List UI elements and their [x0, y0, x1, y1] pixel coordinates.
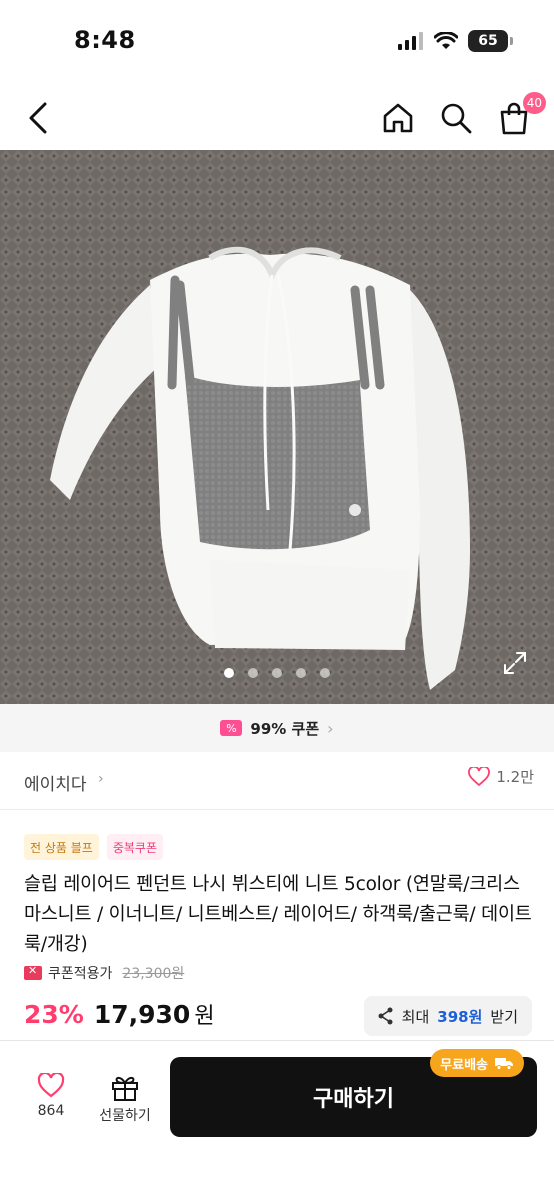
max-coupon-amount: 398원	[437, 1007, 483, 1026]
nav-actions: 40	[376, 92, 546, 140]
product-title: 슬립 레이어드 펜던트 나시 뷔스티에 니트 5color (연말룩/크리스마스…	[24, 874, 532, 955]
gallery-dot[interactable]	[272, 668, 282, 678]
back-button[interactable]	[18, 98, 58, 138]
shop-row: 에이치다 › 1.2만	[0, 752, 554, 810]
dup-coupon-badge: 중복쿠폰	[106, 834, 164, 860]
chevron-right-icon: ›	[327, 718, 334, 738]
coupon-applied-row: 쿠폰적용가 23,300원	[24, 963, 184, 983]
top-nav: 40	[0, 88, 554, 148]
gift-button[interactable]: 선물하기	[90, 1073, 160, 1125]
product-photo	[0, 150, 554, 704]
gift-label: 선물하기	[99, 1108, 151, 1124]
home-icon	[383, 103, 413, 133]
coupon-banner-text: 99% 쿠폰	[250, 719, 320, 738]
shop-name[interactable]: 에이치다	[24, 770, 87, 795]
status-bar: 8:48 65	[0, 0, 554, 84]
product-badges: 전 상품 블프 중복쿠폰	[24, 834, 164, 860]
price-row: 23% 17,930 원	[24, 998, 215, 1030]
gallery-dots	[0, 668, 554, 678]
gallery-dot[interactable]	[248, 668, 258, 678]
cart-button[interactable]: 40	[492, 92, 546, 140]
cart-count-badge: 40	[522, 92, 546, 114]
gallery-dot[interactable]	[296, 668, 306, 678]
gallery-dot[interactable]	[224, 668, 234, 678]
coupon-ticket-icon	[24, 964, 42, 980]
battery-icon: 65	[468, 30, 513, 52]
bottom-action-bar: 864 선물하기 구매하기 무료배송	[0, 1040, 554, 1200]
share-icon	[378, 1007, 393, 1025]
like-button[interactable]: 864	[20, 1073, 82, 1119]
signal-icon	[398, 32, 423, 50]
battery-level: 65	[478, 33, 498, 49]
max-coupon-prefix: 최대	[401, 1007, 430, 1026]
like-count: 864	[37, 1103, 65, 1119]
free-shipping-badge: 무료배송	[430, 1049, 524, 1077]
home-button[interactable]	[376, 96, 420, 140]
chevron-right-icon: ›	[98, 771, 104, 787]
sale-badge: 전 상품 블프	[24, 834, 99, 860]
product-image-gallery[interactable]	[0, 150, 554, 704]
sale-price: 17,930	[93, 1000, 191, 1029]
original-price: 23,300원	[122, 966, 185, 982]
gift-icon	[112, 1076, 138, 1101]
shop-like-count: 1.2만	[496, 768, 534, 786]
coupon-icon: %	[220, 720, 243, 736]
search-icon	[441, 103, 472, 134]
wifi-icon	[434, 32, 458, 49]
search-button[interactable]	[434, 96, 478, 140]
max-coupon-suffix: 받기	[490, 1007, 518, 1026]
truck-icon	[495, 1058, 513, 1070]
status-time: 8:48	[74, 26, 136, 54]
status-icons: 65	[398, 30, 513, 52]
shop-like-button[interactable]: 1.2만	[468, 766, 534, 787]
coupon-banner[interactable]: % 99% 쿠폰 ›	[0, 704, 554, 752]
discount-rate: 23%	[24, 1000, 84, 1029]
gallery-dot[interactable]	[320, 668, 330, 678]
coupon-applied-label: 쿠폰적용가	[48, 966, 113, 982]
price-unit: 원	[194, 1004, 215, 1029]
chevron-left-icon	[29, 102, 47, 134]
max-coupon-button[interactable]: 최대 398원 받기	[363, 996, 532, 1036]
heart-icon	[37, 1073, 65, 1098]
free-shipping-label: 무료배송	[440, 1057, 488, 1073]
heart-icon	[468, 766, 491, 786]
